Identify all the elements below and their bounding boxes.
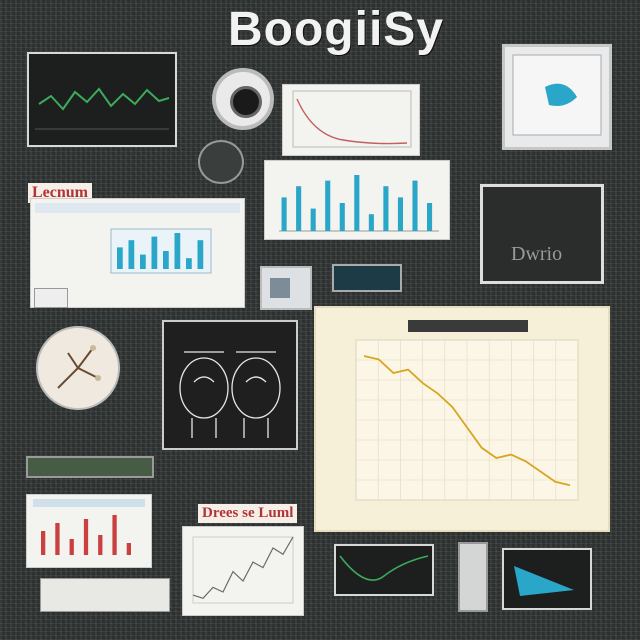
twig-svg — [57, 345, 101, 389]
monitor-dark-text: Dwrio — [480, 184, 604, 284]
bar-chart-center-svg — [279, 175, 439, 232]
bar — [128, 240, 135, 269]
bar — [310, 208, 316, 231]
rising-line-chart-svg — [192, 536, 294, 604]
header-strip — [33, 499, 145, 507]
cyan-triangle-svg — [514, 566, 574, 596]
bar — [296, 186, 302, 231]
lens-icon — [212, 68, 274, 130]
bar-chart-red-svg — [33, 499, 145, 555]
bar — [412, 180, 418, 231]
chart-title-redacted — [408, 320, 528, 332]
blue-logo-svg — [512, 54, 602, 136]
rising-line-chart — [182, 526, 304, 616]
line-art-faces — [162, 320, 298, 450]
bar — [151, 236, 158, 269]
dark-wave-svg — [339, 555, 429, 581]
small-window — [260, 266, 312, 310]
monitor-blue-logo — [502, 44, 612, 150]
tag-bottom-middle: Drees se Luml — [198, 504, 298, 523]
bar — [112, 515, 117, 555]
bar — [83, 519, 89, 555]
decay-line — [296, 98, 408, 145]
bar — [55, 523, 60, 555]
tall-card — [458, 542, 488, 612]
bar — [427, 203, 433, 231]
monitor-dark-wave — [334, 544, 434, 596]
bar — [368, 214, 374, 231]
bar-chart-red — [26, 494, 152, 568]
bar — [174, 233, 181, 269]
green-wave-line — [38, 87, 170, 111]
monitor-cyan-triangle — [502, 548, 592, 610]
bar — [186, 258, 192, 269]
green-wave-chart — [35, 87, 170, 130]
bar — [354, 175, 360, 231]
bar — [140, 254, 146, 269]
bar — [98, 535, 103, 555]
green-strip — [26, 456, 154, 478]
bar — [281, 197, 287, 231]
large-decline-chart-svg — [355, 320, 579, 501]
series-line — [192, 536, 294, 599]
bar — [339, 203, 345, 231]
twig-photo — [36, 326, 120, 410]
page-title: BoogiiSy — [228, 3, 445, 56]
monitor-dark-text-label: Dwrio — [511, 243, 563, 265]
bar-chart-center — [264, 160, 450, 240]
bar — [325, 180, 331, 231]
line-art-svg — [179, 351, 281, 438]
decay-chart-svg — [292, 90, 412, 148]
small-doc — [34, 288, 68, 308]
bar — [397, 197, 403, 231]
bar — [41, 531, 46, 555]
bar — [69, 539, 74, 555]
monitor-green-wave — [27, 52, 177, 147]
swirl-icon — [198, 140, 244, 184]
bar — [383, 186, 389, 231]
bottom-left-doc — [40, 578, 170, 612]
decay-chart-small — [282, 84, 420, 156]
small-landscape — [332, 264, 402, 292]
bar — [126, 543, 131, 555]
bar — [117, 247, 123, 269]
bar — [163, 251, 169, 269]
large-decline-chart — [314, 306, 610, 532]
bar — [197, 240, 204, 269]
